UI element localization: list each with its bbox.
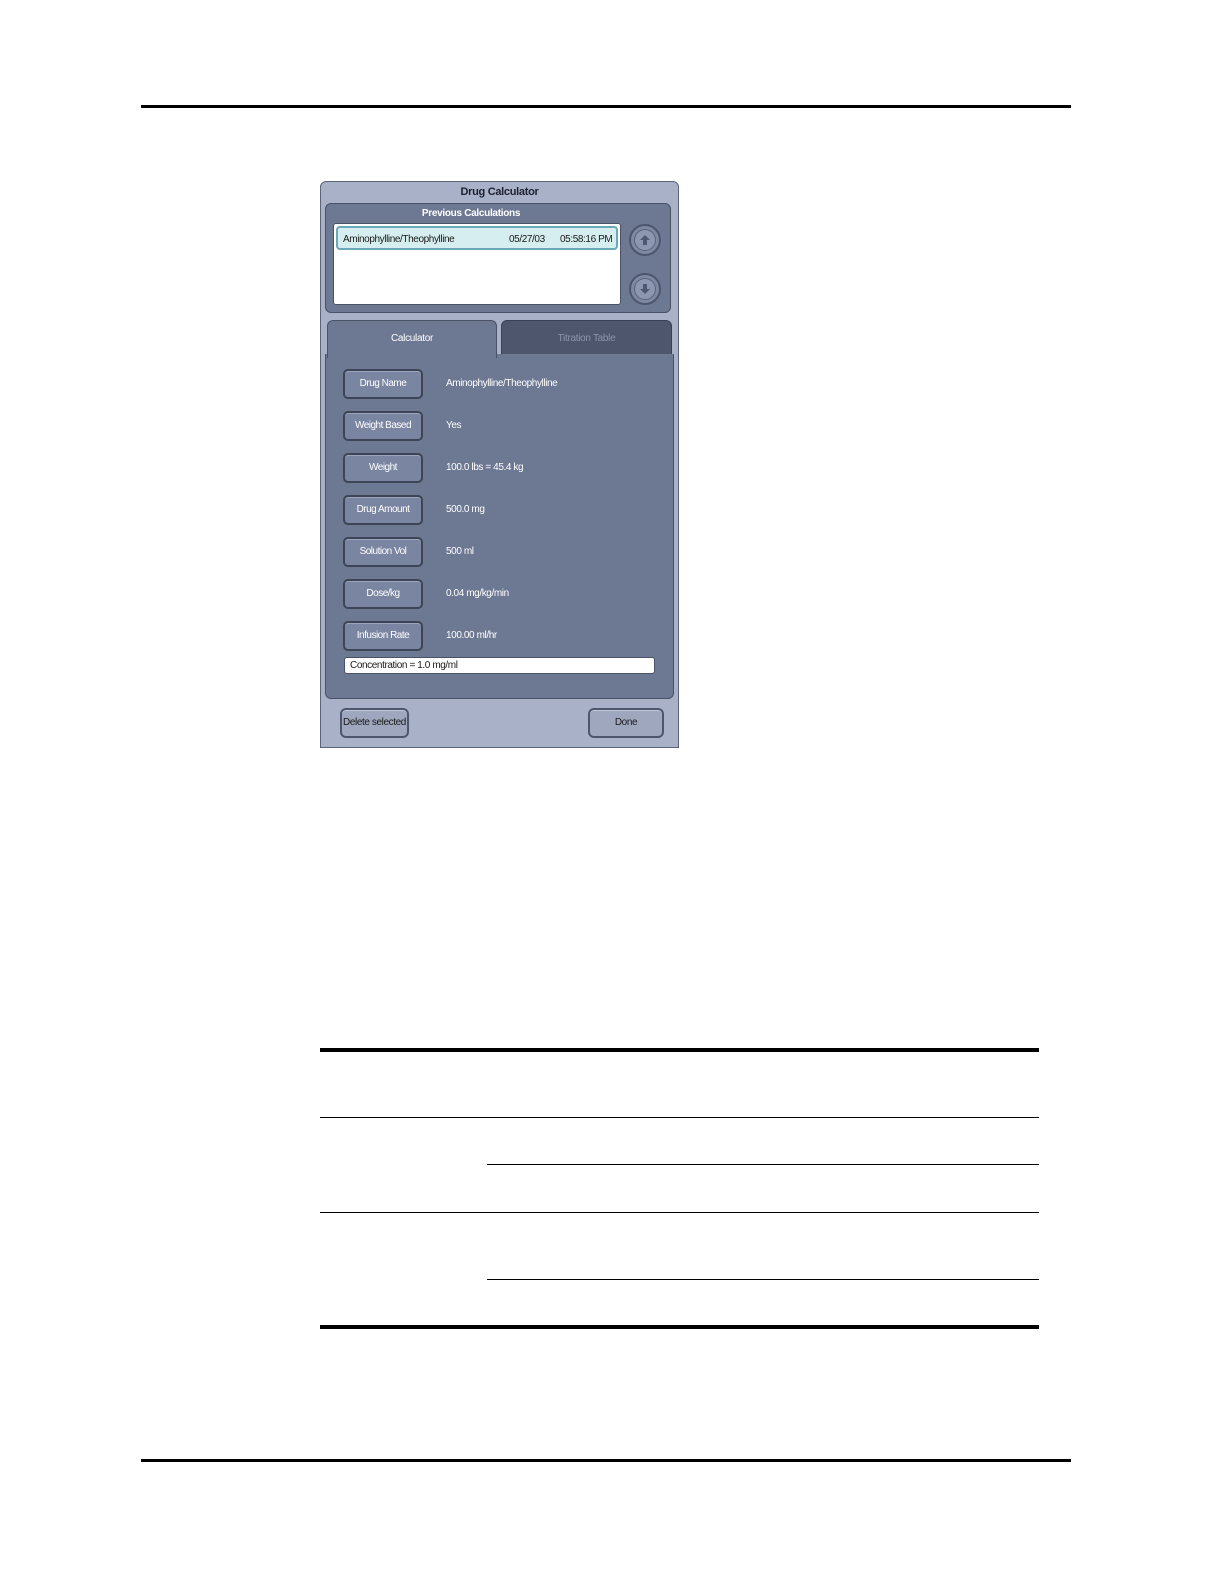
calc-drug-name: Aminophylline/Theophylline bbox=[343, 234, 455, 245]
calc-date: 05/27/03 bbox=[509, 234, 545, 245]
concentration-readout: Concentration = 1.0 mg/ml bbox=[344, 657, 655, 674]
calculator-panel: Drug Name Aminophylline/Theophylline Wei… bbox=[325, 354, 674, 699]
drug-amount-value: 500.0 mg bbox=[446, 504, 485, 515]
scroll-up-button[interactable] bbox=[629, 224, 661, 256]
drug-name-value: Aminophylline/Theophylline bbox=[446, 378, 558, 389]
table-bottom-rule bbox=[320, 1325, 1039, 1329]
drug-name-button[interactable]: Drug Name bbox=[343, 369, 423, 399]
previous-calculations-panel: Previous Calculations Aminophylline/Theo… bbox=[325, 203, 671, 313]
previous-calculations-list[interactable]: Aminophylline/Theophylline 05/27/03 05:5… bbox=[333, 223, 621, 305]
weight-button[interactable]: Weight bbox=[343, 453, 423, 483]
arrow-up-icon bbox=[640, 235, 650, 245]
table-row-rule bbox=[487, 1164, 1039, 1165]
dose-kg-button[interactable]: Dose/kg bbox=[343, 579, 423, 609]
done-button[interactable]: Done bbox=[588, 708, 664, 738]
arrow-down-icon bbox=[640, 284, 650, 294]
drug-amount-button[interactable]: Drug Amount bbox=[343, 495, 423, 525]
table-top-rule bbox=[320, 1048, 1039, 1052]
scroll-down-button[interactable] bbox=[629, 273, 661, 305]
solution-vol-button[interactable]: Solution Vol bbox=[343, 537, 423, 567]
infusion-rate-value: 100.00 ml/hr bbox=[446, 630, 497, 641]
table-row-rule bbox=[487, 1279, 1039, 1280]
weight-based-value: Yes bbox=[446, 420, 462, 431]
dialog-title: Drug Calculator bbox=[460, 186, 539, 198]
table-header-rule bbox=[320, 1117, 1039, 1118]
calc-time: 05:58:16 PM bbox=[560, 234, 613, 245]
tab-calculator[interactable]: Calculator bbox=[327, 320, 497, 358]
footer-rule bbox=[141, 1459, 1071, 1462]
delete-selected-button[interactable]: Delete selected bbox=[340, 708, 409, 738]
table-row-rule bbox=[320, 1212, 1039, 1213]
list-item[interactable]: Aminophylline/Theophylline 05/27/03 05:5… bbox=[336, 226, 618, 250]
previous-calculations-title: Previous Calculations bbox=[421, 208, 521, 219]
header-rule bbox=[141, 105, 1071, 108]
infusion-rate-button[interactable]: Infusion Rate bbox=[343, 621, 423, 651]
drug-calculator-dialog: Drug Calculator Previous Calculations Am… bbox=[320, 181, 679, 748]
tab-titration-table[interactable]: Titration Table bbox=[501, 320, 672, 356]
solution-vol-value: 500 ml bbox=[446, 546, 474, 557]
weight-value: 100.0 lbs = 45.4 kg bbox=[446, 462, 524, 473]
weight-based-button[interactable]: Weight Based bbox=[343, 411, 423, 441]
dose-kg-value: 0.04 mg/kg/min bbox=[446, 588, 509, 599]
